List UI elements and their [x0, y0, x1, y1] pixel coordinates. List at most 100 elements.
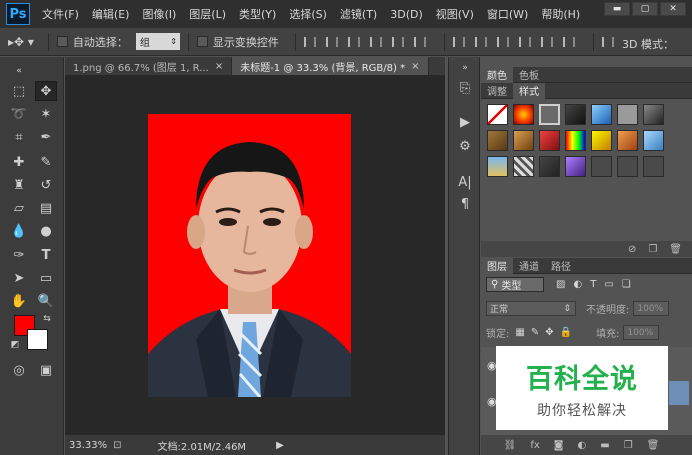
- hand-tool-icon[interactable]: ✋: [8, 291, 30, 311]
- menu-help[interactable]: 帮助(H): [541, 6, 580, 22]
- tab-swatches[interactable]: 色板: [513, 67, 545, 83]
- style-swatch[interactable]: [539, 104, 560, 125]
- align-right-icon[interactable]: [413, 36, 426, 47]
- tab-adjustments[interactable]: 调整: [481, 83, 513, 99]
- lock-pixels-icon[interactable]: ✎: [531, 327, 539, 338]
- distribute-right-icon[interactable]: [562, 36, 575, 47]
- brush-tool-icon[interactable]: ✎: [35, 152, 57, 172]
- style-swatch[interactable]: [565, 104, 586, 125]
- clear-style-icon[interactable]: ⊘: [628, 244, 636, 255]
- menu-select[interactable]: 选择(S): [289, 6, 327, 22]
- eyedropper-tool-icon[interactable]: ✒: [35, 127, 57, 147]
- filter-shape-icon[interactable]: ▭: [604, 279, 613, 290]
- align-top-icon[interactable]: [303, 36, 316, 47]
- style-swatch[interactable]: [591, 130, 612, 151]
- background-color-swatch[interactable]: [27, 329, 48, 350]
- menu-3d[interactable]: 3D(D): [390, 8, 423, 21]
- lock-position-icon[interactable]: ✥: [545, 327, 553, 338]
- style-swatch[interactable]: [643, 130, 664, 151]
- style-swatch[interactable]: [539, 156, 560, 177]
- tab-document-1[interactable]: 1.png @ 66.7% (图层 1, R... ×: [65, 57, 233, 75]
- distribute-top-icon[interactable]: [452, 36, 465, 47]
- layer-mask-icon[interactable]: ◙: [554, 440, 564, 451]
- tab-color[interactable]: 颜色: [481, 66, 513, 83]
- delete-layer-icon[interactable]: 🗑: [647, 440, 660, 451]
- layer-style-icon[interactable]: fx: [530, 440, 539, 451]
- healing-brush-tool-icon[interactable]: ✚: [8, 152, 30, 172]
- style-swatch[interactable]: [513, 156, 534, 177]
- style-swatch[interactable]: [591, 104, 612, 125]
- history-panel-icon[interactable]: ⎘: [456, 79, 474, 97]
- distribute-vcenter-icon[interactable]: [474, 36, 487, 47]
- distribute-hcenter-icon[interactable]: [540, 36, 553, 47]
- tab-channels[interactable]: 通道: [513, 258, 545, 274]
- restore-button[interactable]: ▢: [632, 2, 658, 16]
- menu-image[interactable]: 图像(I): [142, 6, 176, 22]
- align-vcenter-icon[interactable]: [325, 36, 338, 47]
- history-brush-tool-icon[interactable]: ↺: [35, 175, 57, 195]
- menu-layer[interactable]: 图层(L): [189, 6, 226, 22]
- menu-window[interactable]: 窗口(W): [487, 6, 528, 22]
- style-swatch[interactable]: [617, 156, 638, 177]
- align-left-icon[interactable]: [369, 36, 382, 47]
- distribute-bottom-icon[interactable]: [496, 36, 509, 47]
- filter-pixel-icon[interactable]: ▨: [556, 279, 565, 290]
- crop-tool-icon[interactable]: ⌗: [8, 127, 30, 147]
- status-menu-arrow-icon[interactable]: ▶: [276, 440, 284, 451]
- opacity-input[interactable]: 100%: [633, 301, 670, 316]
- collapse-panels-icon[interactable]: »: [456, 59, 474, 77]
- minimize-button[interactable]: ▬: [604, 2, 630, 16]
- paragraph-panel-icon[interactable]: ¶: [456, 195, 474, 213]
- auto-select-checkbox[interactable]: [56, 36, 68, 47]
- blend-mode-dropdown[interactable]: 正常 ⇕: [486, 301, 576, 316]
- layer-kind-filter[interactable]: ⚲ 类型: [486, 277, 544, 292]
- adjustment-layer-icon[interactable]: ◐: [578, 440, 587, 451]
- actions-play-icon[interactable]: ▶: [456, 113, 474, 131]
- filter-adjustment-icon[interactable]: ◐: [573, 279, 582, 290]
- blur-tool-icon[interactable]: 💧: [8, 221, 30, 241]
- eraser-tool-icon[interactable]: ▱: [8, 198, 30, 218]
- filter-type-icon[interactable]: T: [590, 279, 596, 290]
- portrait-photo[interactable]: [148, 114, 351, 397]
- tab-layers[interactable]: 图层: [481, 257, 513, 274]
- menu-edit[interactable]: 编辑(E): [92, 6, 130, 22]
- tab-paths[interactable]: 路径: [545, 258, 577, 274]
- style-swatch[interactable]: [565, 130, 586, 151]
- lock-all-icon[interactable]: 🔒: [560, 327, 572, 338]
- delete-style-icon[interactable]: 🗑: [669, 244, 682, 255]
- collapse-toolbar-icon[interactable]: «: [8, 61, 30, 81]
- properties-panel-icon[interactable]: ⚙: [456, 137, 474, 155]
- clone-stamp-tool-icon[interactable]: ♜: [8, 175, 30, 195]
- zoom-tool-icon[interactable]: 🔍: [35, 291, 57, 311]
- default-colors-icon[interactable]: ◩: [4, 335, 26, 355]
- lasso-tool-icon[interactable]: ➰: [8, 104, 30, 124]
- menu-filter[interactable]: 滤镜(T): [340, 6, 377, 22]
- type-tool-icon[interactable]: T: [35, 245, 57, 265]
- style-swatch[interactable]: [539, 130, 560, 151]
- style-swatch[interactable]: [643, 156, 664, 177]
- style-swatch[interactable]: [487, 130, 508, 151]
- tab-styles[interactable]: 样式: [513, 82, 545, 99]
- quick-mask-icon[interactable]: ◎: [8, 360, 30, 380]
- path-selection-tool-icon[interactable]: ➤: [8, 268, 30, 288]
- align-hcenter-icon[interactable]: [391, 36, 404, 47]
- screen-mode-icon[interactable]: ▣: [35, 360, 57, 380]
- menu-view[interactable]: 视图(V): [436, 6, 474, 22]
- style-swatch[interactable]: [591, 156, 612, 177]
- style-swatch[interactable]: [487, 156, 508, 177]
- menu-type[interactable]: 类型(Y): [239, 6, 276, 22]
- swap-colors-icon[interactable]: ⇆: [36, 309, 58, 329]
- new-layer-icon[interactable]: ❐: [624, 440, 633, 451]
- menu-file[interactable]: 文件(F): [42, 6, 79, 22]
- style-swatch[interactable]: [643, 104, 664, 125]
- link-layers-icon[interactable]: ⛓: [504, 440, 517, 451]
- fill-input[interactable]: 100%: [623, 325, 660, 340]
- move-tool-icon[interactable]: ✥: [35, 81, 57, 101]
- close-button[interactable]: ✕: [660, 2, 686, 16]
- align-bottom-icon[interactable]: [347, 36, 360, 47]
- close-icon[interactable]: ×: [215, 61, 223, 72]
- style-swatch[interactable]: [513, 104, 534, 125]
- close-icon[interactable]: ×: [411, 61, 419, 72]
- magic-wand-tool-icon[interactable]: ✶: [35, 104, 57, 124]
- pen-tool-icon[interactable]: ✑: [8, 245, 30, 265]
